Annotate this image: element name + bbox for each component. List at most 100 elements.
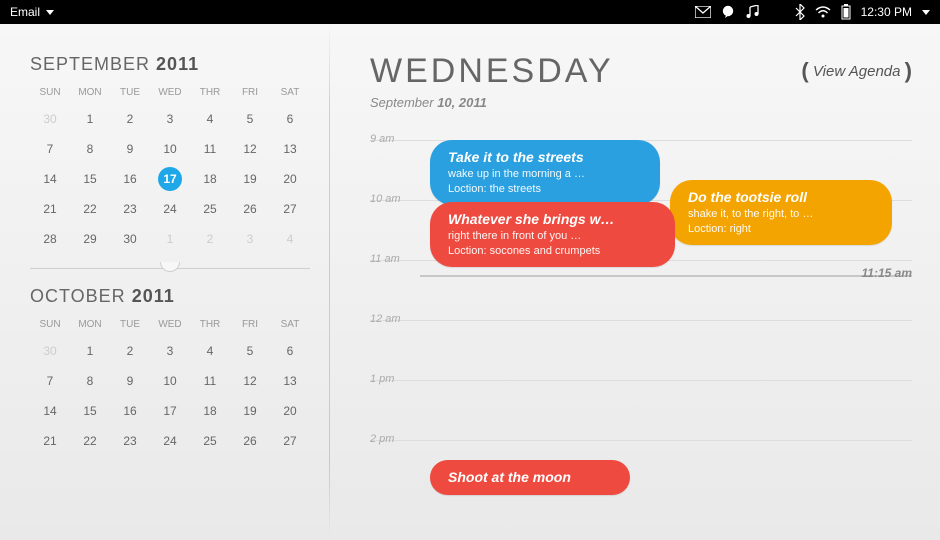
- calendar-day[interactable]: 7: [30, 134, 70, 164]
- calendar-day[interactable]: 13: [270, 366, 310, 396]
- calendar-day[interactable]: 19: [230, 164, 270, 194]
- calendar-day[interactable]: 25: [190, 194, 230, 224]
- calendar-event[interactable]: Do the tootsie rollshake it, to the righ…: [670, 180, 892, 245]
- calendar-day[interactable]: 30: [30, 104, 70, 134]
- calendar-day[interactable]: 1: [150, 224, 190, 254]
- calendar-day[interactable]: 10: [150, 366, 190, 396]
- weekday-header: SAT: [270, 87, 310, 104]
- calendar-day[interactable]: 21: [30, 426, 70, 456]
- calendar-day[interactable]: 4: [270, 224, 310, 254]
- hour-label: 1 pm: [370, 373, 394, 385]
- calendar-day[interactable]: 20: [270, 164, 310, 194]
- calendar-day[interactable]: 18: [190, 396, 230, 426]
- weekday-header: TUE: [110, 87, 150, 104]
- calendar-day[interactable]: 30: [30, 336, 70, 366]
- chat-icon[interactable]: [721, 5, 735, 19]
- mini-calendar[interactable]: SUNMONTUEWEDTHRFRISAT3012345678910111213…: [30, 319, 310, 456]
- calendar-event[interactable]: Take it to the streetswake up in the mor…: [430, 140, 660, 205]
- calendar-day[interactable]: 11: [190, 366, 230, 396]
- calendar-day[interactable]: 9: [110, 134, 150, 164]
- calendar-day[interactable]: 15: [70, 164, 110, 194]
- calendar-day[interactable]: 26: [230, 194, 270, 224]
- weekday-header: FRI: [230, 87, 270, 104]
- calendar-day[interactable]: 3: [150, 104, 190, 134]
- current-time-line: 11:15 am: [420, 275, 912, 277]
- calendar-day[interactable]: 14: [30, 396, 70, 426]
- weekday-header: WED: [150, 87, 190, 104]
- calendar-day[interactable]: 25: [190, 426, 230, 456]
- calendar-day[interactable]: 19: [230, 396, 270, 426]
- calendar-day[interactable]: 11: [190, 134, 230, 164]
- calendar-day[interactable]: 8: [70, 366, 110, 396]
- day-subtitle: September 10, 2011: [370, 95, 614, 110]
- calendar-day[interactable]: 9: [110, 366, 150, 396]
- calendar-day[interactable]: 2: [110, 336, 150, 366]
- statusbar-clock[interactable]: 12:30 PM: [861, 5, 912, 19]
- statusbar-app-menu[interactable]: Email: [10, 5, 54, 19]
- calendar-day[interactable]: 28: [30, 224, 70, 254]
- calendar-day[interactable]: 27: [270, 194, 310, 224]
- calendar-day[interactable]: 14: [30, 164, 70, 194]
- calendar-day[interactable]: 8: [70, 134, 110, 164]
- calendar-day[interactable]: 4: [190, 104, 230, 134]
- month-divider: [30, 260, 310, 276]
- hour-row[interactable]: 12 am: [370, 320, 912, 380]
- calendar-day[interactable]: 3: [150, 336, 190, 366]
- calendar-day[interactable]: 18: [190, 164, 230, 194]
- calendar-day[interactable]: 27: [270, 426, 310, 456]
- calendar-app: SEPTEMBER 2011SUNMONTUEWEDTHRFRISAT30123…: [0, 24, 940, 540]
- calendar-day[interactable]: 26: [230, 426, 270, 456]
- calendar-day[interactable]: 6: [270, 336, 310, 366]
- calendar-day[interactable]: 16: [110, 164, 150, 194]
- calendar-day[interactable]: 6: [270, 104, 310, 134]
- statusbar-app-label: Email: [10, 5, 40, 19]
- calendar-day[interactable]: 10: [150, 134, 190, 164]
- hour-label: 12 am: [370, 313, 401, 325]
- calendar-day[interactable]: 22: [70, 426, 110, 456]
- calendar-day[interactable]: 21: [30, 194, 70, 224]
- calendar-day[interactable]: 12: [230, 134, 270, 164]
- calendar-day[interactable]: 20: [270, 396, 310, 426]
- chevron-down-icon: [922, 10, 930, 15]
- timeline[interactable]: 9 am10 am11 am12 am1 pm2 pmTake it to th…: [370, 140, 912, 540]
- day-title: WEDNESDAY: [370, 52, 614, 91]
- calendar-day[interactable]: 13: [270, 134, 310, 164]
- music-icon[interactable]: [745, 5, 761, 19]
- calendar-event[interactable]: Shoot at the moon: [430, 460, 630, 495]
- weekday-header: SAT: [270, 319, 310, 336]
- calendar-day[interactable]: 1: [70, 104, 110, 134]
- calendar-day[interactable]: 24: [150, 194, 190, 224]
- main-panel: WEDNESDAY September 10, 2011 ( View Agen…: [330, 24, 940, 540]
- calendar-day[interactable]: 5: [230, 104, 270, 134]
- hour-row[interactable]: 1 pm: [370, 380, 912, 440]
- battery-icon[interactable]: [841, 4, 851, 20]
- mail-icon[interactable]: [695, 6, 711, 18]
- calendar-day[interactable]: 3: [230, 224, 270, 254]
- weekday-header: SUN: [30, 319, 70, 336]
- calendar-day[interactable]: 23: [110, 194, 150, 224]
- hour-row[interactable]: 11 am: [370, 260, 912, 320]
- calendar-day[interactable]: 12: [230, 366, 270, 396]
- calendar-event[interactable]: Whatever she brings w…right there in fro…: [430, 202, 675, 267]
- calendar-day[interactable]: 16: [110, 396, 150, 426]
- calendar-day[interactable]: 2: [190, 224, 230, 254]
- calendar-day[interactable]: 29: [70, 224, 110, 254]
- wifi-icon[interactable]: [815, 6, 831, 18]
- calendar-day[interactable]: 17: [150, 164, 190, 194]
- calendar-day[interactable]: 30: [110, 224, 150, 254]
- calendar-day[interactable]: 1: [70, 336, 110, 366]
- calendar-day[interactable]: 15: [70, 396, 110, 426]
- view-agenda-button[interactable]: ( View Agenda ): [801, 52, 912, 84]
- calendar-day[interactable]: 17: [150, 396, 190, 426]
- status-bar: Email 12:30 PM: [0, 0, 940, 24]
- calendar-day[interactable]: 7: [30, 366, 70, 396]
- calendar-day[interactable]: 4: [190, 336, 230, 366]
- calendar-day[interactable]: 5: [230, 336, 270, 366]
- mini-calendar[interactable]: SUNMONTUEWEDTHRFRISAT3012345678910111213…: [30, 87, 310, 254]
- calendar-day[interactable]: 22: [70, 194, 110, 224]
- bluetooth-icon[interactable]: [795, 4, 805, 20]
- calendar-day[interactable]: 23: [110, 426, 150, 456]
- calendar-day[interactable]: 24: [150, 426, 190, 456]
- calendar-day[interactable]: 2: [110, 104, 150, 134]
- month-title: OCTOBER 2011: [30, 286, 310, 307]
